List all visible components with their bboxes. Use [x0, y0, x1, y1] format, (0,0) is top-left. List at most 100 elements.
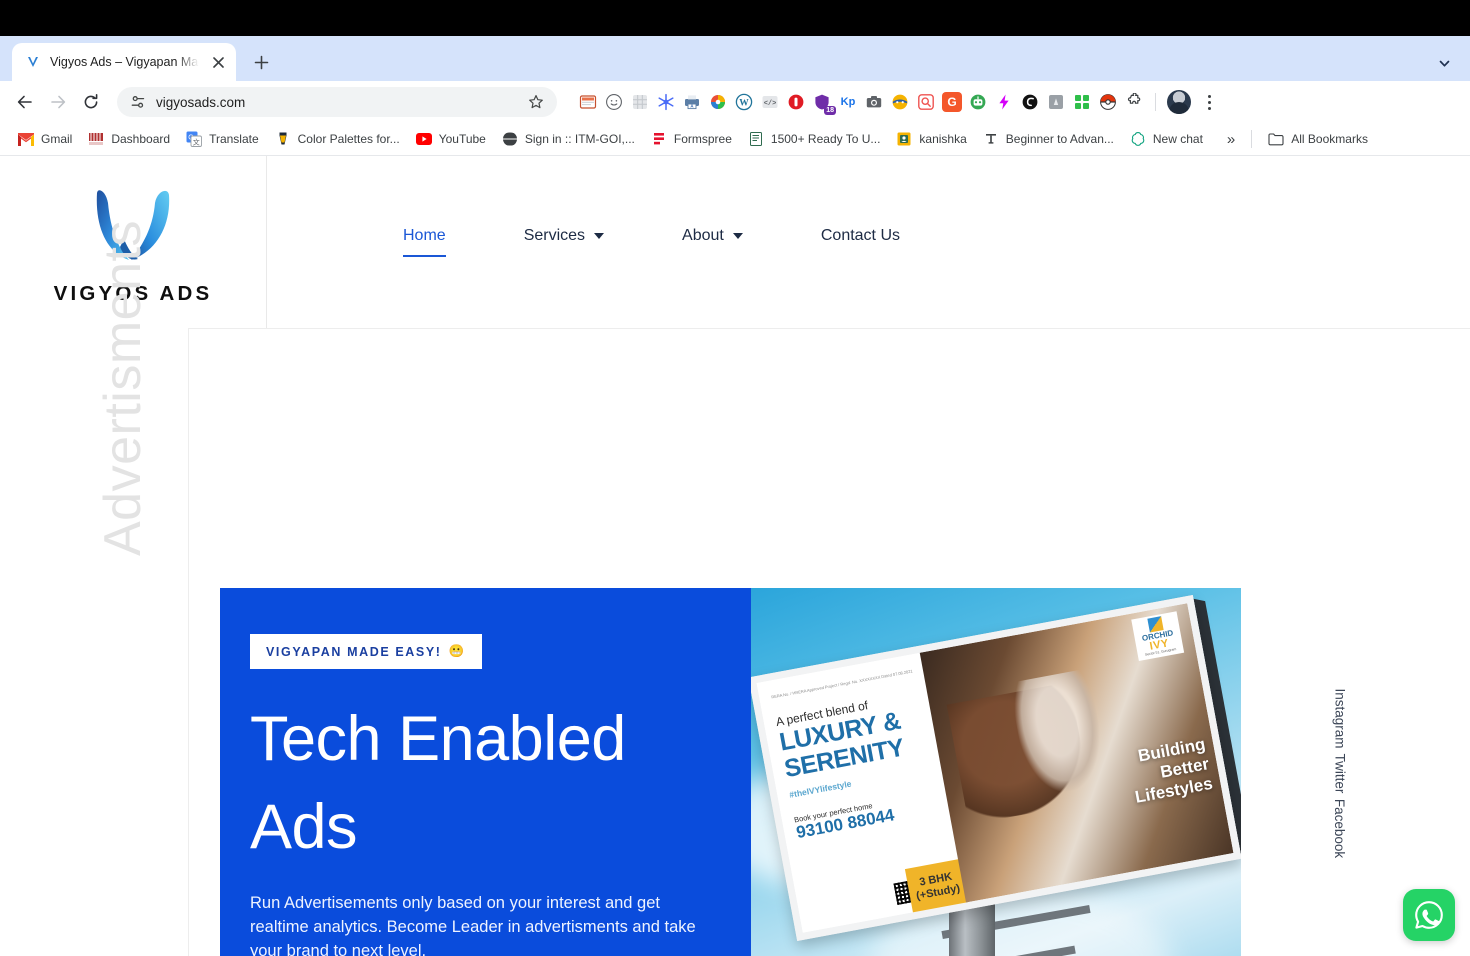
header-divider	[188, 328, 1470, 329]
browser-tab-title: Vigyos Ads – Vigyapan Made	[50, 55, 199, 69]
bookmark-new-chat[interactable]: New chat	[1122, 127, 1211, 151]
bookmark-label: Translate	[209, 132, 259, 146]
nav-item-services[interactable]: Services	[524, 227, 605, 257]
bookmark-gmail[interactable]: Gmail	[10, 127, 80, 151]
avatar[interactable]	[1167, 90, 1191, 114]
document-icon	[748, 131, 764, 147]
robot-icon[interactable]	[968, 92, 988, 112]
bookmark-formspree[interactable]: Formspree	[643, 127, 740, 151]
star-icon[interactable]	[525, 91, 547, 113]
bookmark-beginner-advanced[interactable]: Beginner to Advan...	[975, 127, 1122, 151]
bookmark-label: kanishka	[919, 132, 967, 146]
hero-title-line-2: Ads	[250, 792, 358, 862]
extensions-tray: A W </> 18 Kp G	[560, 89, 1462, 115]
chevrons-right-icon[interactable]: »	[1219, 129, 1243, 150]
code-brackets-icon[interactable]: </>	[760, 92, 780, 112]
shield-icon[interactable]: 18	[812, 92, 836, 115]
chevron-down-icon	[594, 233, 605, 239]
arrow-right-icon[interactable]	[43, 87, 73, 117]
camera-icon[interactable]	[864, 92, 884, 112]
billboard-brand-logo: ORCHID IVY Sector 51, Gurugram	[1131, 611, 1185, 661]
browser-toolbar: vigyosads.com A W </> 18 Kp G	[0, 81, 1470, 123]
folder-icon	[1268, 131, 1284, 147]
hero-paragraph: Run Advertisements only based on your in…	[250, 894, 696, 956]
hero-copy: VIGYAPAN MADE EASY! 😬 Tech Enabled Ads R…	[220, 588, 751, 956]
svg-text:W: W	[739, 98, 749, 108]
svg-text:</>: </>	[764, 100, 777, 108]
bookmarks-divider	[1251, 130, 1253, 148]
kp-logo-icon[interactable]: Kp	[838, 92, 858, 112]
close-icon[interactable]	[208, 52, 228, 72]
address-bar[interactable]: vigyosads.com	[117, 87, 557, 117]
bookmark-color-palettes[interactable]: Color Palettes for...	[267, 127, 408, 151]
gmail-icon	[18, 131, 34, 147]
all-bookmarks-button[interactable]: All Bookmarks	[1260, 127, 1376, 151]
bookmark-label: Gmail	[41, 132, 73, 146]
grimacing-face-icon: 😬	[448, 644, 466, 658]
translate-icon: G文	[186, 131, 203, 147]
nav-item-about[interactable]: About	[682, 227, 743, 257]
nav-label: Home	[403, 227, 446, 244]
bookmarks-bar: Gmail Dashboard G文 Translate Color Palet…	[0, 123, 1470, 156]
bookmark-itm-signin[interactable]: Sign in :: ITM-GOI,...	[494, 127, 643, 151]
printer-icon[interactable]: A	[682, 92, 702, 112]
bookmark-label: Color Palettes for...	[297, 132, 400, 146]
svg-text:文: 文	[193, 137, 200, 146]
toolbar-divider	[1155, 93, 1156, 111]
bookmark-translate[interactable]: G文 Translate	[178, 127, 267, 151]
chevron-down-icon	[732, 233, 743, 239]
nav-item-contact-us[interactable]: Contact Us	[821, 227, 900, 257]
wordpress-icon[interactable]: W	[734, 92, 754, 112]
bookmark-ready-templates[interactable]: 1500+ Ready To U...	[740, 127, 889, 151]
newspaper-icon[interactable]	[578, 92, 598, 112]
vigyos-v-favicon	[24, 54, 41, 71]
smiley-face-icon[interactable]	[604, 92, 624, 112]
chevron-down-icon[interactable]	[1430, 49, 1458, 77]
bookmark-dashboard[interactable]: Dashboard	[80, 127, 178, 151]
mask-face-icon[interactable]	[890, 92, 910, 112]
new-tab-button[interactable]	[246, 47, 276, 77]
gray-square-icon[interactable]	[1046, 92, 1066, 112]
social-link-facebook[interactable]: Facebook	[1333, 799, 1348, 858]
bookmark-label: Dashboard	[111, 132, 171, 146]
hero-badge-label: VIGYAPAN MADE EASY!	[266, 644, 442, 659]
hero-badge: VIGYAPAN MADE EASY! 😬	[250, 634, 482, 669]
watermark-advertisments: Advertisments	[94, 220, 152, 556]
kp-label: Kp	[840, 95, 856, 108]
swirl-icon[interactable]	[1020, 92, 1040, 112]
pokeball-icon[interactable]	[1098, 92, 1118, 112]
social-link-twitter[interactable]: Twitter	[1333, 754, 1348, 794]
adblock-stop-icon[interactable]	[786, 92, 806, 112]
book-icon	[983, 131, 999, 147]
lightning-bolt-icon[interactable]	[994, 92, 1014, 112]
page-content: VIGYOS ADS Home Services About Contact U…	[0, 156, 1470, 956]
reload-icon[interactable]	[76, 87, 106, 117]
nav-label: Contact Us	[820, 227, 900, 244]
kebab-menu-icon[interactable]	[1197, 89, 1221, 115]
shield-badge-count: 18	[824, 106, 836, 115]
site-nav: Home Services About Contact Us	[267, 156, 1470, 328]
nav-item-home[interactable]: Home	[403, 227, 446, 257]
search-square-icon[interactable]	[916, 92, 936, 112]
hero-section: VIGYAPAN MADE EASY! 😬 Tech Enabled Ads R…	[220, 588, 1241, 956]
g-letter-icon[interactable]: G	[942, 92, 962, 112]
billboard: RERA No. / HRERA Approved Project / Regd…	[751, 595, 1241, 941]
bookmark-kanishka[interactable]: kanishka	[888, 127, 974, 151]
bookmark-youtube[interactable]: YouTube	[408, 127, 494, 151]
os-title-bar	[0, 0, 1470, 36]
browser-tab[interactable]: Vigyos Ads – Vigyapan Made	[12, 43, 236, 81]
four-squares-icon[interactable]	[1072, 92, 1092, 112]
left-rail-divider	[188, 328, 189, 956]
youtube-icon	[415, 131, 432, 147]
whatsapp-icon[interactable]	[1403, 889, 1455, 941]
social-link-instagram[interactable]: Instagram	[1333, 688, 1348, 748]
contact-card-icon	[896, 131, 912, 147]
puzzle-piece-icon[interactable]	[1124, 92, 1144, 112]
color-wheel-icon[interactable]	[708, 92, 728, 112]
arrow-left-icon[interactable]	[10, 87, 40, 117]
globe-icon	[501, 131, 518, 147]
tune-icon[interactable]	[129, 94, 146, 111]
snowflake-icon[interactable]	[656, 92, 676, 112]
bookmark-label: 1500+ Ready To U...	[770, 132, 881, 146]
grid-icon[interactable]	[630, 92, 650, 112]
